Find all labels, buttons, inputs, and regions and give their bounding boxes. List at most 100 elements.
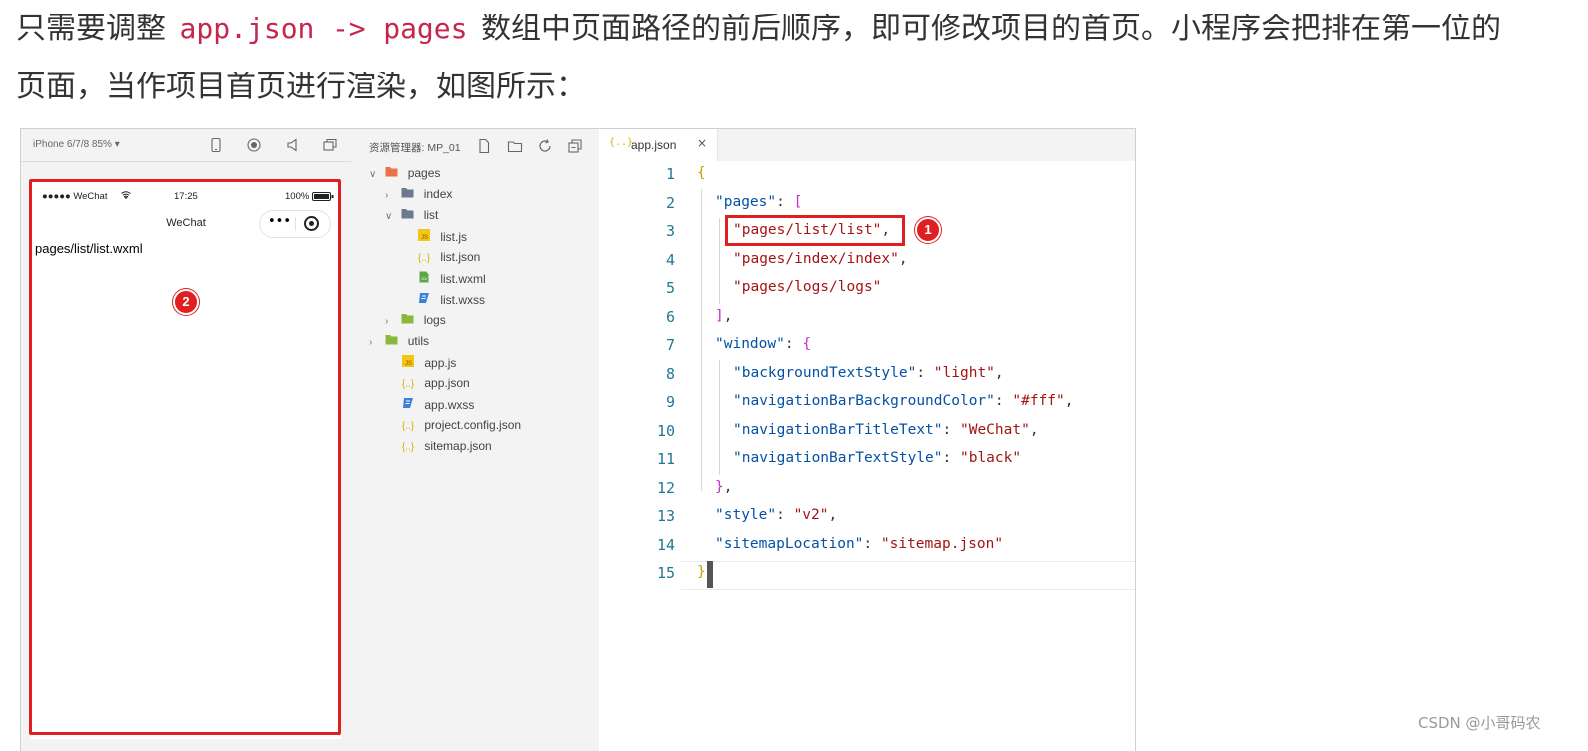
new-folder-icon[interactable] <box>507 138 523 154</box>
code-line-5: "pages/logs/logs" <box>733 279 881 295</box>
chevron-down-icon: ∨ <box>385 211 393 222</box>
refresh-icon[interactable] <box>537 138 553 154</box>
tree-file-project-config-json[interactable]: {..} project.config.json <box>401 418 521 438</box>
code-line-8: "backgroundTextStyle": "light", <box>733 365 1004 381</box>
code-line-1: { <box>697 165 706 181</box>
tree-item-label: app.js <box>424 356 457 370</box>
explorer-title: 资源管理器: MP_01 <box>369 142 461 154</box>
status-time: 17:25 <box>174 191 198 202</box>
tree-folder-index[interactable]: › index <box>385 187 452 207</box>
line-number: 4 <box>665 251 675 269</box>
folder-icon <box>400 187 414 201</box>
tree-item-label: list.wxss <box>440 293 486 307</box>
line-number: 1 <box>665 165 675 183</box>
punct: , <box>723 479 733 495</box>
line-number: 6 <box>665 308 675 326</box>
json-file-icon: {..} <box>401 379 415 390</box>
chevron-right-icon: › <box>369 337 373 348</box>
line-number: 12 <box>656 479 675 497</box>
chevron-right-icon: › <box>385 316 389 327</box>
volume-icon[interactable] <box>285 137 301 153</box>
close-miniprogram-icon[interactable] <box>304 216 319 231</box>
tab-label: app.json <box>631 138 677 152</box>
indent-guide <box>719 360 720 475</box>
editor-tab-bar: {..} app.json × <box>599 129 1135 161</box>
code-line-7: "window": { <box>715 336 811 352</box>
js-file-icon: JS <box>417 229 431 244</box>
page-content-text: pages/list/list.wxml <box>35 241 143 256</box>
tree-file-list-js[interactable]: JS list.js <box>417 229 467 249</box>
punct: : <box>784 336 803 352</box>
detach-window-icon[interactable] <box>322 137 338 153</box>
tree-item-label: app.wxss <box>424 398 475 412</box>
phone-icon[interactable] <box>208 137 224 153</box>
tree-file-app-wxss[interactable]: app.wxss <box>401 397 474 417</box>
json-key: "pages" <box>715 194 777 210</box>
tab-app-json[interactable]: {..} app.json × <box>599 129 718 161</box>
line-number: 11 <box>656 450 675 468</box>
code-line-6: ], <box>715 308 732 324</box>
device-select[interactable]: iPhone 6/7/8 85% ▾ <box>33 139 120 150</box>
line-number: 2 <box>665 194 675 212</box>
new-file-icon[interactable] <box>476 138 492 154</box>
tree-file-sitemap-json[interactable]: {..} sitemap.json <box>401 439 492 459</box>
json-key: "navigationBarTextStyle" <box>733 450 943 466</box>
json-file-icon: {..} <box>401 421 415 432</box>
file-explorer: 资源管理器: MP_01 ∨ pages › index ∨ list JS l… <box>351 129 600 751</box>
bracket: [ <box>793 194 803 210</box>
close-icon[interactable]: × <box>697 136 707 150</box>
text-cursor <box>707 561 713 588</box>
line-number: 7 <box>665 336 675 354</box>
code-line-14: "sitemapLocation": "sitemap.json" <box>715 536 1004 552</box>
watermark: CSDN @小哥码农 <box>1418 714 1541 732</box>
tree-folder-list[interactable]: ∨ list <box>385 208 438 228</box>
code-editor: {..} app.json × 1 2 3 4 5 6 7 8 9 10 11 … <box>599 129 1135 751</box>
simulator-toolbar: iPhone 6/7/8 85% ▾ <box>21 129 351 162</box>
simulator-panel: iPhone 6/7/8 85% ▾ ●●●●● WeChat 17:25 10… <box>21 129 352 751</box>
json-string: "v2" <box>793 507 829 523</box>
json-string: "light" <box>933 365 995 381</box>
json-file-icon: {..} <box>401 442 415 453</box>
json-file-icon: {..} <box>609 137 634 148</box>
punct: , <box>881 222 891 238</box>
record-icon[interactable] <box>246 137 262 153</box>
capsule-divider <box>295 217 296 231</box>
folder-icon <box>400 313 414 327</box>
tree-file-list-json[interactable]: {..} list.json <box>417 250 480 270</box>
brace: } <box>697 564 706 580</box>
annotation-badge-1: 1 <box>915 217 941 243</box>
code-line-9: "navigationBarBackgroundColor": "#fff", <box>733 393 1074 409</box>
json-string: "#fff" <box>1012 393 1065 409</box>
wxml-file-icon: <> <box>417 271 431 286</box>
line-number: 10 <box>656 422 675 440</box>
inline-code-arrow: -> <box>331 14 366 44</box>
tree-file-app-js[interactable]: JS app.js <box>401 355 456 375</box>
collapse-all-icon[interactable] <box>567 138 583 154</box>
json-file-icon: {..} <box>417 253 431 264</box>
tree-item-label: project.config.json <box>424 418 522 432</box>
inline-code-pages: pages <box>383 14 468 44</box>
article-paragraph-line-1: 只需要调整 app.json -> pages 数组中页面路径的前后顺序，即可修… <box>16 14 1588 44</box>
code-area[interactable]: 1 2 3 4 5 6 7 8 9 10 11 12 13 14 15 { "p… <box>599 161 1135 751</box>
tree-file-list-wxml[interactable]: <> list.wxml <box>417 271 486 291</box>
tree-item-label: app.json <box>424 376 470 390</box>
tree-folder-utils[interactable]: › utils <box>369 334 429 354</box>
more-dots-icon[interactable]: ••• <box>268 214 291 229</box>
chevron-right-icon: › <box>385 190 389 201</box>
status-battery: 100% <box>285 191 310 202</box>
tree-file-app-json[interactable]: {..} app.json <box>401 376 470 396</box>
json-key: "window" <box>715 336 785 352</box>
tree-folder-pages[interactable]: ∨ pages <box>369 166 440 186</box>
code-line-4: "pages/index/index", <box>733 251 908 267</box>
phone-screen: ●●●●● WeChat 17:25 100% WeChat ••• pages… <box>31 179 341 739</box>
json-string: "pages/logs/logs" <box>733 279 882 295</box>
folder-open-icon <box>400 208 414 222</box>
menu-capsule[interactable]: ••• <box>259 210 331 238</box>
json-key: "navigationBarTitleText" <box>733 422 943 438</box>
tree-file-list-wxss[interactable]: list.wxss <box>417 292 485 312</box>
tree-folder-logs[interactable]: › logs <box>385 313 446 333</box>
tree-item-label: list.json <box>440 250 481 264</box>
article-text: 只需要调整 <box>16 14 166 44</box>
line-number: 8 <box>665 365 675 383</box>
tree-item-label: list <box>423 208 439 222</box>
